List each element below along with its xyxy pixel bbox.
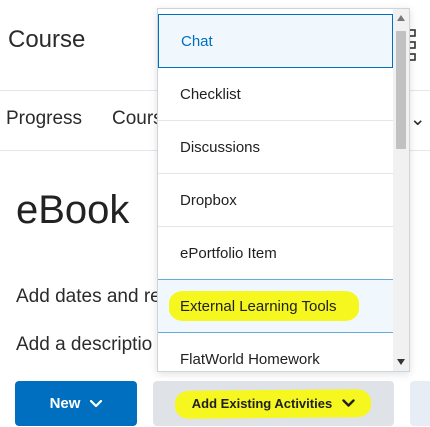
nav-item-progress[interactable]: Progress: [6, 108, 82, 130]
chevron-down-icon: [90, 399, 103, 407]
add-dates-link[interactable]: Add dates and re: [16, 286, 161, 308]
menu-item-label: FlatWorld Homework: [180, 350, 320, 368]
menu-item-discussions[interactable]: Discussions: [158, 121, 393, 174]
menu-item-label: Dropbox: [180, 191, 237, 209]
nav-item-course[interactable]: Cours: [112, 108, 163, 130]
new-button-label: New: [49, 395, 81, 412]
chevron-down-icon: [342, 399, 355, 407]
third-toolbar-button[interactable]: [410, 381, 430, 426]
course-title: Course: [8, 26, 86, 53]
menu-item-label: Chat: [181, 32, 213, 50]
menu-item-external-learning-tools[interactable]: External Learning Tools: [158, 280, 393, 333]
add-existing-activities-label: Add Existing Activities: [191, 396, 333, 411]
scroll-down-arrow-icon[interactable]: [397, 359, 405, 365]
menu-item-label: Discussions: [180, 138, 261, 156]
menu-item-flatworld-homework[interactable]: FlatWorld Homework: [158, 333, 393, 371]
menu-item-eportfolio[interactable]: ePortfolio Item: [158, 227, 393, 280]
menu-item-label: ePortfolio Item: [180, 244, 277, 262]
menu-item-checklist[interactable]: Checklist: [158, 68, 393, 121]
new-button[interactable]: New: [15, 381, 137, 426]
menu-item-dropbox[interactable]: Dropbox: [158, 174, 393, 227]
menu-scrollbar[interactable]: [393, 9, 409, 371]
add-existing-activities-button[interactable]: Add Existing Activities: [153, 381, 394, 426]
add-existing-activities-menu: Chat Checklist Discussions Dropbox ePort…: [157, 8, 410, 372]
menu-item-label: External Learning Tools: [180, 297, 337, 315]
page-title: eBook: [16, 188, 130, 232]
menu-item-chat[interactable]: Chat: [158, 14, 393, 68]
add-description-link[interactable]: Add a descriptio: [16, 334, 152, 356]
scrollbar-thumb[interactable]: [396, 31, 406, 149]
scroll-up-arrow-icon[interactable]: [397, 15, 405, 21]
menu-item-label: Checklist: [180, 85, 241, 103]
